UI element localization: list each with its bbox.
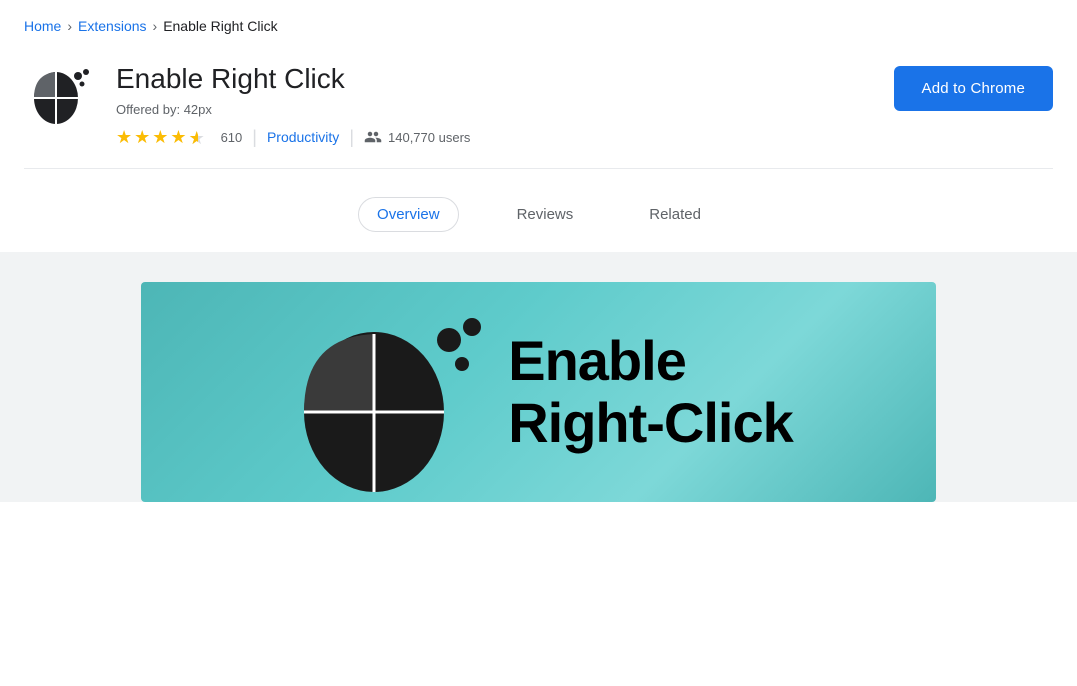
category-link[interactable]: Productivity [267, 129, 339, 145]
meta-divider-1: | [252, 127, 257, 148]
breadcrumb: Home › Extensions › Enable Right Click [0, 0, 1077, 46]
hero-title-line2: Right-Click [508, 392, 793, 454]
breadcrumb-separator-2: › [153, 18, 158, 34]
star-1: ★ [116, 127, 132, 148]
hero-title-line1: Enable [508, 330, 793, 392]
star-3: ★ [152, 127, 168, 148]
breadcrumb-separator-1: › [67, 18, 72, 34]
breadcrumb-current: Enable Right Click [163, 18, 277, 34]
users-count: 140,770 users [388, 130, 470, 145]
tabs-navigation: Overview Reviews Related [0, 169, 1077, 252]
meta-row: ★ ★ ★ ★ ★ ★ 610 | Productivity | [116, 127, 470, 148]
star-2: ★ [134, 127, 150, 148]
rating-count: 610 [221, 130, 243, 145]
star-rating: ★ ★ ★ ★ ★ ★ [116, 127, 207, 148]
users-info: 140,770 users [364, 128, 470, 146]
extension-header: Enable Right Click Offered by: 42px ★ ★ … [0, 46, 1077, 168]
extension-icon [24, 58, 96, 130]
tab-related[interactable]: Related [631, 198, 719, 231]
users-icon [364, 128, 382, 146]
offered-by: Offered by: 42px [116, 102, 470, 117]
hero-mouse-icon [284, 292, 484, 492]
extension-title: Enable Right Click [116, 62, 470, 96]
hero-banner: Enable Right-Click [141, 282, 936, 502]
star-4: ★ [170, 127, 186, 148]
tab-overview[interactable]: Overview [358, 197, 459, 232]
breadcrumb-home[interactable]: Home [24, 18, 61, 34]
star-5-half: ★ ★ [189, 128, 207, 146]
meta-divider-2: | [349, 127, 354, 148]
header-left: Enable Right Click Offered by: 42px ★ ★ … [24, 58, 470, 148]
tab-reviews[interactable]: Reviews [499, 198, 592, 231]
breadcrumb-extensions[interactable]: Extensions [78, 18, 146, 34]
hero-title: Enable Right-Click [508, 330, 793, 453]
hero-section: Enable Right-Click [0, 252, 1077, 502]
extension-info: Enable Right Click Offered by: 42px ★ ★ … [116, 58, 470, 148]
hero-content: Enable Right-Click [254, 292, 823, 492]
add-to-chrome-button[interactable]: Add to Chrome [894, 66, 1053, 111]
